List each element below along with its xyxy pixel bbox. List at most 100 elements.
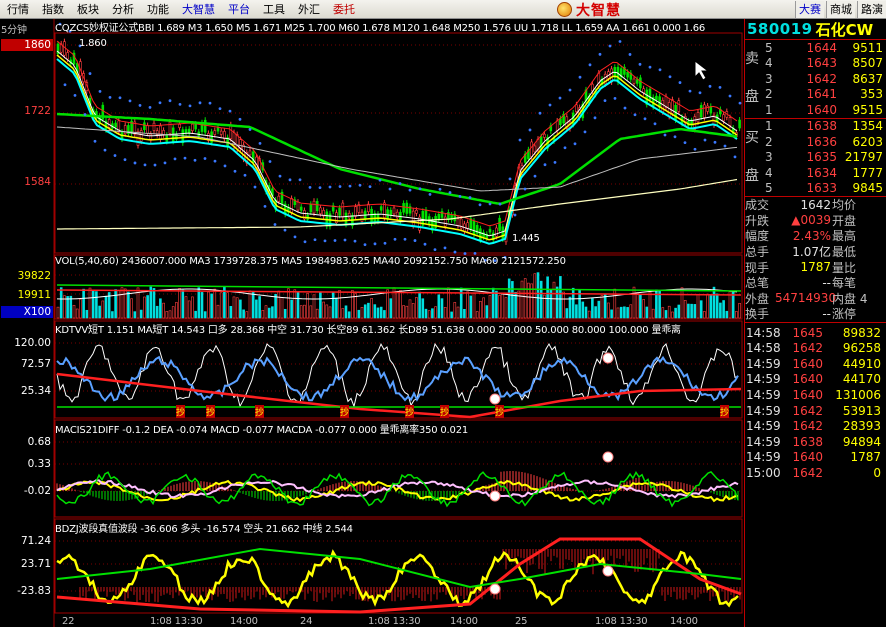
tick-time: 14:59 <box>746 356 781 371</box>
sell-label: 卖盘 <box>745 51 759 105</box>
candle-body <box>370 208 373 224</box>
volume-bar <box>354 293 357 319</box>
volume-bar <box>133 311 137 319</box>
sell-order-row[interactable]: 3 1642 8637 <box>745 71 886 87</box>
tick-time: 14:59 <box>746 372 781 387</box>
stat-key-2: 每笔 <box>832 276 857 291</box>
envelope-dot <box>158 101 162 105</box>
sell-order-row[interactable]: 1 1640 9515 <box>745 102 886 118</box>
tick-time: 14:59 <box>746 403 781 418</box>
candle-body <box>152 122 156 131</box>
menu-item-3[interactable]: 分析 <box>105 0 140 19</box>
tick-row[interactable]: 14:59 1640 1787 <box>745 450 886 466</box>
stat-value: 1787 <box>800 260 831 275</box>
tick-row[interactable]: 14:58 1645 89832 <box>745 325 886 341</box>
envelope-dot <box>683 141 687 145</box>
stat-key: 幅度 <box>745 229 770 244</box>
tick-row[interactable]: 15:00 1642 0 <box>745 465 886 481</box>
volume-bar <box>575 304 578 319</box>
right-menu-item-2[interactable]: 路演 <box>857 1 886 18</box>
candle-body <box>699 105 703 118</box>
candle-body <box>277 195 281 202</box>
buy-label: 买盘 <box>745 129 759 184</box>
envelope-dot <box>548 103 552 107</box>
ma-line <box>56 40 738 227</box>
order-price: 1643 <box>806 56 837 71</box>
volume-bar <box>373 304 377 319</box>
smiley-icon <box>489 490 501 502</box>
tick-row[interactable]: 14:59 1638 94894 <box>745 434 886 450</box>
order-price: 1642 <box>806 71 837 86</box>
envelope-dot <box>583 130 587 134</box>
order-price: 1636 <box>806 134 837 149</box>
bdz-axis-label-low: -23.83 <box>17 585 51 597</box>
menu-item-4[interactable]: 功能 <box>140 0 175 19</box>
stock-header[interactable]: 580019 石化CW <box>745 19 886 40</box>
volume-bar <box>623 306 626 319</box>
candle-body <box>392 207 396 215</box>
menu-item-7[interactable]: 工具 <box>256 0 291 19</box>
volume-bar <box>719 302 722 319</box>
buy-order-row[interactable]: 2 1636 6203 <box>745 134 886 150</box>
buy-order-row[interactable]: 4 1634 1777 <box>745 165 886 181</box>
envelope-dot <box>103 148 107 152</box>
stat-key-2: 开盘 <box>832 213 857 228</box>
menu-item-0[interactable]: 行情 <box>0 0 35 19</box>
volume-bar <box>219 292 223 319</box>
volume-bar <box>559 276 562 319</box>
brand-logo[interactable]: 大智慧 <box>557 1 621 19</box>
candle-body <box>722 114 725 122</box>
menu-item-8[interactable]: 外汇 <box>291 0 326 19</box>
tick-list[interactable]: 14:58 1645 89832 14:58 1642 96258 14:59 16… <box>745 321 886 481</box>
order-price: 1633 <box>806 181 837 196</box>
candle-body <box>344 212 348 225</box>
volume-bar <box>91 290 95 319</box>
candle-body <box>530 141 533 158</box>
volume-bar <box>264 305 268 319</box>
tick-row[interactable]: 14:59 1642 28393 <box>745 418 886 434</box>
main-indicator-title: CQZCS妙权证公式BBI 1.689 M3 1.650 M5 1.671 M2… <box>55 23 706 34</box>
period-label[interactable]: 5分钟 <box>1 21 27 36</box>
time-axis-label: 1:08 13:30 <box>150 616 203 627</box>
tick-row[interactable]: 14:58 1642 96258 <box>745 340 886 356</box>
volume-bar <box>696 294 700 319</box>
tick-row[interactable]: 14:59 1640 44170 <box>745 372 886 388</box>
envelope-dot <box>523 187 527 191</box>
menu-item-1[interactable]: 指数 <box>35 0 70 19</box>
menu-item-6[interactable]: 平台 <box>221 0 256 19</box>
envelope-dot <box>173 157 177 161</box>
tick-row[interactable]: 14:59 1640 131006 <box>745 387 886 403</box>
menu-item-5[interactable]: 大智慧 <box>175 0 221 19</box>
buy-signal-marker: 抄 <box>255 405 264 418</box>
right-menu-item-0[interactable]: 大赛 <box>795 1 824 18</box>
envelope-dot <box>633 113 637 117</box>
tick-row[interactable]: 14:59 1640 44910 <box>745 356 886 372</box>
buy-order-row[interactable]: 5 1633 9845 <box>745 181 886 197</box>
menu-item-2[interactable]: 板块 <box>70 0 105 19</box>
buy-order-row[interactable]: 1 1638 1354 <box>745 119 886 135</box>
volume-bar <box>139 309 143 319</box>
volume-bar <box>431 308 434 319</box>
sell-order-row[interactable]: 2 1641 353 <box>745 87 886 103</box>
candle-body <box>248 150 252 156</box>
price-axis-label-high: 1860 <box>1 39 53 51</box>
volume-bar <box>402 305 405 319</box>
sell-order-row[interactable]: 5 1644 9511 <box>745 40 886 56</box>
volume-bar <box>610 309 613 319</box>
candle-body <box>319 207 322 214</box>
tick-row[interactable]: 14:59 1642 53913 <box>745 403 886 419</box>
envelope-dot <box>403 237 407 241</box>
volume-bar <box>309 305 313 319</box>
right-menu-item-1[interactable]: 商城 <box>826 1 855 18</box>
menu-item-9[interactable]: 委托 <box>326 0 361 19</box>
envelope-dot <box>688 89 692 93</box>
volume-bar <box>344 305 348 319</box>
sell-order-row[interactable]: 4 1643 8507 <box>745 56 886 72</box>
buy-order-row[interactable]: 3 1635 21797 <box>745 150 886 166</box>
kdj-title: KDTVV短T 1.151 MA短T 14.543 口多 28.368 中空 3… <box>55 325 681 336</box>
time-axis-label: 14:00 <box>230 616 258 627</box>
volume-bar <box>664 310 668 319</box>
volume-bar <box>549 289 553 319</box>
mouse-cursor-icon <box>694 59 710 81</box>
kline-chart-area[interactable]: 5分钟 CQZCS妙权证公式BBI 1.689 M3 1.650 M5 1.67… <box>0 19 744 627</box>
